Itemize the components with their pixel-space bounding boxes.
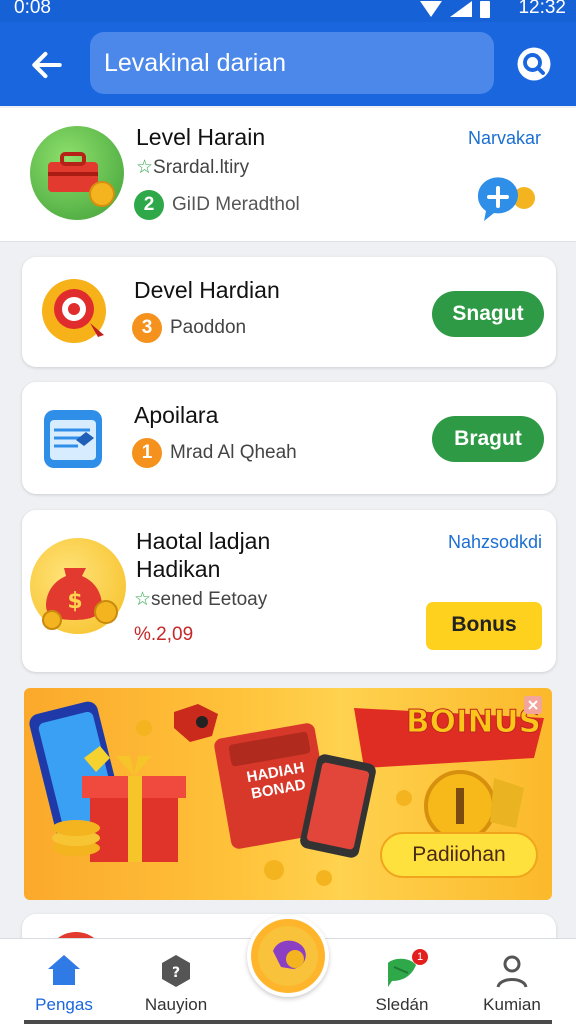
search-icon[interactable]: [516, 46, 552, 82]
banner-cta-button[interactable]: Padiiohan: [380, 832, 538, 878]
star-icon: ☆: [136, 157, 154, 178]
battery-icon: [480, 1, 490, 18]
profile-icon: [496, 955, 528, 988]
money-bag-avatar: $: [30, 538, 126, 634]
nav-item-navigation[interactable]: ? Nauyion: [130, 939, 222, 1024]
target-icon: [42, 279, 106, 343]
app-bar: Levakinal darian: [0, 22, 576, 106]
count-badge: 1: [132, 438, 162, 468]
close-icon[interactable]: [524, 696, 542, 714]
chat-add-icon[interactable]: [472, 176, 540, 228]
item-title-line1: Haotal ladjan: [136, 528, 271, 554]
list-item[interactable]: Apoilara 1 Mrad Al Qheah Bragut: [22, 382, 556, 494]
snagut-button[interactable]: Snagut: [432, 291, 544, 337]
item-title-line2: Hadikan: [136, 556, 221, 582]
svg-text:?: ?: [172, 965, 180, 981]
item-meta: 3 Paoddon: [132, 313, 246, 343]
banner-headline: BOINUS: [406, 704, 542, 741]
featured-avatar: [30, 126, 124, 220]
bottom-navigation: Pengas ? Nauyion 1 Sledán Kumian: [0, 915, 576, 1024]
star-icon: ☆: [134, 589, 152, 610]
featured-title: Level Harain: [136, 124, 266, 150]
featured-meta: 2 GiID Meradthol: [134, 190, 300, 220]
promo-banner[interactable]: BOINUS HADIAH BONAD Padiiohan: [24, 688, 552, 900]
item-price: %.2,09: [134, 624, 194, 645]
signal-icon: [450, 1, 472, 17]
money-bag-icon: $: [42, 568, 118, 630]
ticket-icon: [44, 410, 102, 468]
count-badge: 2: [134, 190, 164, 220]
featured-link[interactable]: Narvakar: [468, 128, 541, 149]
gift-fab-icon: [258, 926, 318, 986]
bragut-button[interactable]: Bragut: [432, 416, 544, 462]
item-meta: 1 Mrad Al Qheah: [132, 438, 297, 468]
notification-badge: 1: [412, 949, 428, 965]
item-subtitle: ☆sened Eetoay: [134, 589, 268, 610]
item-link[interactable]: Nahzsodkdi: [448, 532, 542, 553]
featured-item[interactable]: Level Harain ☆Srardal.ltiry 2 GiID Meradt…: [0, 108, 576, 242]
home-icon: [48, 955, 80, 985]
search-input[interactable]: Levakinal darian: [90, 32, 494, 94]
list-item[interactable]: Devel Hardian 3 Paoddon Snagut: [22, 257, 556, 367]
toolbox-icon: [48, 152, 115, 207]
svg-text:$: $: [67, 589, 82, 614]
count-badge: 3: [132, 313, 162, 343]
item-title: Apoilara: [134, 402, 219, 428]
featured-subtitle: ☆Srardal.ltiry: [136, 157, 250, 178]
gift-fab-button[interactable]: [247, 915, 329, 997]
nav-item-chat[interactable]: 1 Sledán: [356, 939, 448, 1024]
status-icons: [420, 1, 490, 18]
wifi-icon: [420, 1, 442, 17]
back-arrow-icon[interactable]: [28, 46, 66, 84]
status-bar: 0:08 12:32: [0, 0, 576, 22]
bonus-button[interactable]: Bonus: [426, 602, 542, 650]
hexagon-icon: ?: [162, 955, 190, 987]
nav-item-profile[interactable]: Kumian: [466, 939, 558, 1024]
home-indicator: [24, 1020, 552, 1024]
status-time: 0:08: [14, 0, 51, 18]
status-time-right: 12:32: [518, 0, 566, 18]
item-title: Devel Hardian: [134, 277, 280, 303]
nav-item-home[interactable]: Pengas: [18, 939, 110, 1024]
list-item[interactable]: $ Haotal ladjan Hadikan ☆sened Eetoay %.…: [22, 510, 556, 672]
